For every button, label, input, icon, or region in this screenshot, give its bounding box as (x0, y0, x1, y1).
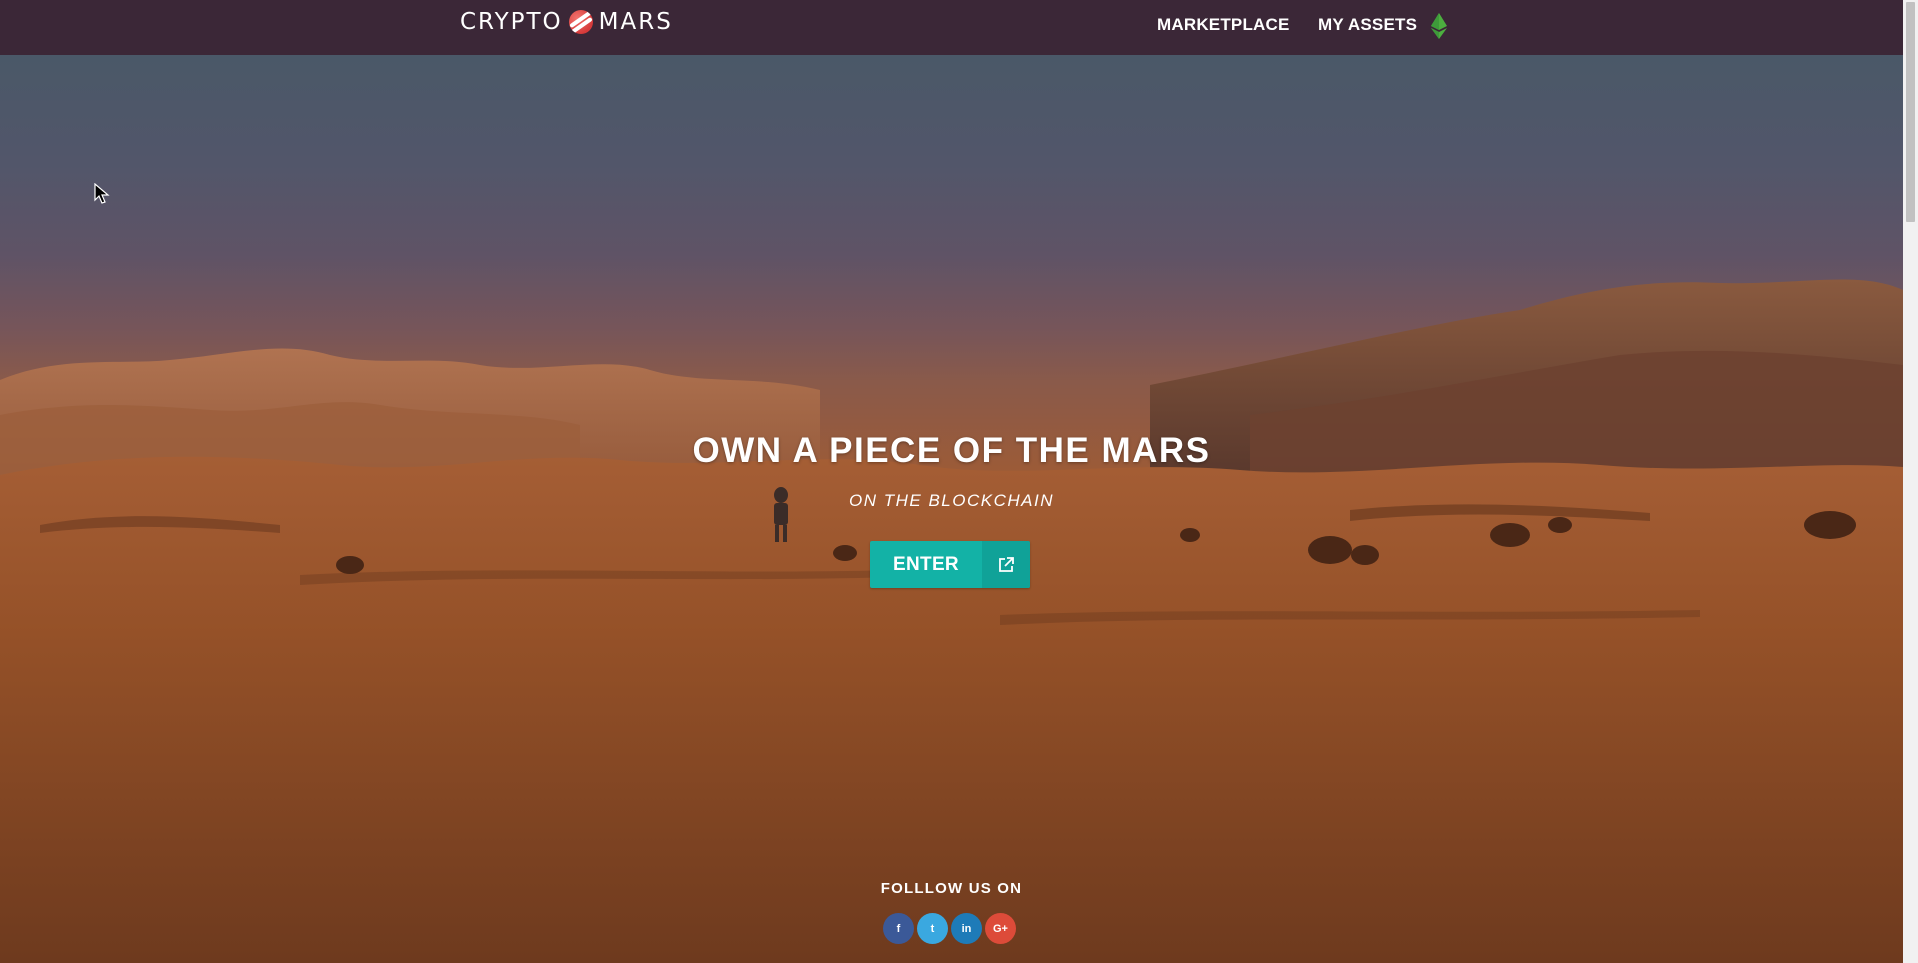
linkedin-glyph: in (961, 922, 972, 935)
logo-text-left: CRYPTO (460, 9, 563, 35)
follow-us-label: FOLLLOW US ON (880, 880, 1023, 897)
mars-planet-icon (568, 10, 593, 34)
google-plus-glyph: G+ (993, 922, 1008, 935)
logo-text-right: MARS (598, 9, 673, 35)
enter-button-label: ENTER (893, 553, 959, 575)
vertical-scrollbar[interactable] (1903, 0, 1918, 963)
top-navbar: CRYPTO MARS MARKETPLACE MY ASSETS (0, 0, 1903, 55)
scrollbar-thumb[interactable] (1906, 2, 1915, 222)
twitter-glyph: t (930, 922, 935, 935)
twitter-icon[interactable]: t (917, 913, 948, 944)
linkedin-icon[interactable]: in (951, 913, 982, 944)
hero-subtitle: ON THE BLOCKCHAIN (849, 491, 1054, 510)
facebook-icon[interactable]: f (883, 913, 914, 944)
ethereum-icon[interactable] (1431, 13, 1447, 39)
page: CRYPTO MARS MARKETPLACE MY ASSETS OWN A … (0, 0, 1918, 963)
nav-marketplace-link[interactable]: MARKETPLACE (1157, 14, 1290, 36)
google-plus-icon[interactable]: G+ (985, 913, 1016, 944)
nav-my-assets-link[interactable]: MY ASSETS (1318, 14, 1417, 36)
enter-button[interactable]: ENTER (870, 541, 1030, 588)
mouse-cursor-icon (94, 183, 110, 204)
facebook-glyph: f (896, 922, 901, 935)
external-link-icon (982, 541, 1030, 588)
crypto-mars-logo[interactable]: CRYPTO MARS (460, 8, 673, 36)
hero-title: OWN A PIECE OF THE MARS (692, 431, 1211, 470)
social-links: f t in G+ (883, 913, 1016, 944)
